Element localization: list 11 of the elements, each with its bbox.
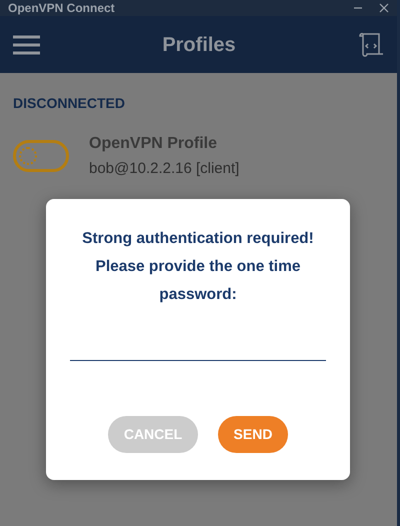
send-button[interactable]: SEND — [218, 416, 288, 453]
close-icon[interactable] — [379, 3, 389, 13]
window-title: OpenVPN Connect — [8, 0, 116, 17]
menu-icon[interactable] — [13, 34, 40, 54]
dialog-message: Strong authentication required! Please provide the one time password: — [81, 229, 315, 305]
profile-name: OpenVPN Profile — [89, 134, 218, 154]
connection-status: DISCONNECTED — [13, 94, 126, 113]
connection-toggle[interactable] — [13, 140, 69, 172]
header-title: Profiles — [161, 32, 237, 58]
scroll-icon[interactable] — [358, 32, 384, 58]
profile-detail: bob@10.2.2.16 [client] — [89, 159, 240, 179]
